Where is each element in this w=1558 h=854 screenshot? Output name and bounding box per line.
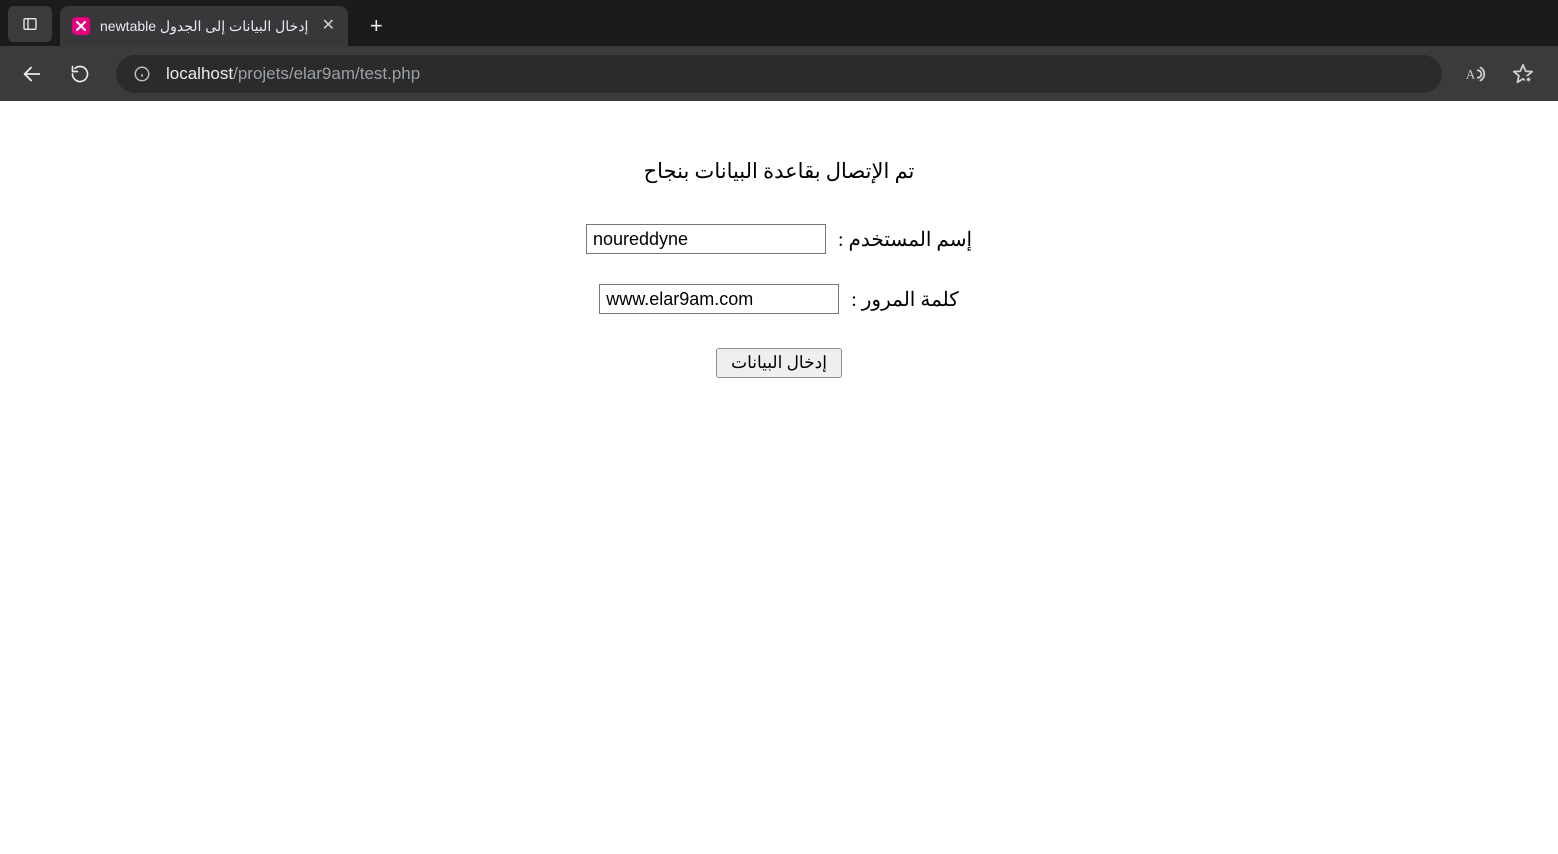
page-viewport: تم الإتصال بقاعدة البيانات بنجاح إسم الم… (0, 101, 1558, 854)
browser-chrome: إدخال البيانات إلى الجدول newtable ✕ + (0, 0, 1558, 101)
password-row: كلمة المرور : (599, 284, 959, 314)
submit-row: إدخال البيانات (716, 348, 842, 378)
browser-tab[interactable]: إدخال البيانات إلى الجدول newtable ✕ (60, 6, 348, 46)
page-content: تم الإتصال بقاعدة البيانات بنجاح إسم الم… (0, 101, 1558, 378)
url-path: /projets/elar9am/test.php (233, 64, 420, 83)
db-connection-status: تم الإتصال بقاعدة البيانات بنجاح (644, 159, 915, 184)
password-label: كلمة المرور : (851, 287, 959, 312)
submit-button[interactable]: إدخال البيانات (716, 348, 842, 378)
new-tab-button[interactable]: + (358, 8, 394, 44)
toolbar-right: A (1458, 57, 1546, 91)
tab-actions-button[interactable] (8, 6, 52, 42)
svg-text:A: A (1466, 67, 1476, 81)
password-input[interactable] (599, 284, 839, 314)
username-row: إسم المستخدم : (586, 224, 972, 254)
tab-strip: إدخال البيانات إلى الجدول newtable ✕ + (0, 0, 1558, 46)
browser-toolbar: localhost/projets/elar9am/test.php A (0, 46, 1558, 101)
url-host: localhost (166, 64, 233, 83)
favorites-icon[interactable] (1506, 57, 1540, 91)
username-label: إسم المستخدم : (838, 227, 972, 252)
site-info-icon[interactable] (132, 64, 152, 84)
read-aloud-icon[interactable]: A (1458, 57, 1492, 91)
reload-button[interactable] (60, 54, 100, 94)
tab-title: إدخال البيانات إلى الجدول newtable (100, 18, 308, 35)
username-input[interactable] (586, 224, 826, 254)
back-button[interactable] (12, 54, 52, 94)
url-text: localhost/projets/elar9am/test.php (166, 64, 420, 84)
tab-close-icon[interactable]: ✕ (318, 16, 338, 36)
address-bar[interactable]: localhost/projets/elar9am/test.php (116, 55, 1442, 93)
xampp-favicon-icon (72, 17, 90, 35)
